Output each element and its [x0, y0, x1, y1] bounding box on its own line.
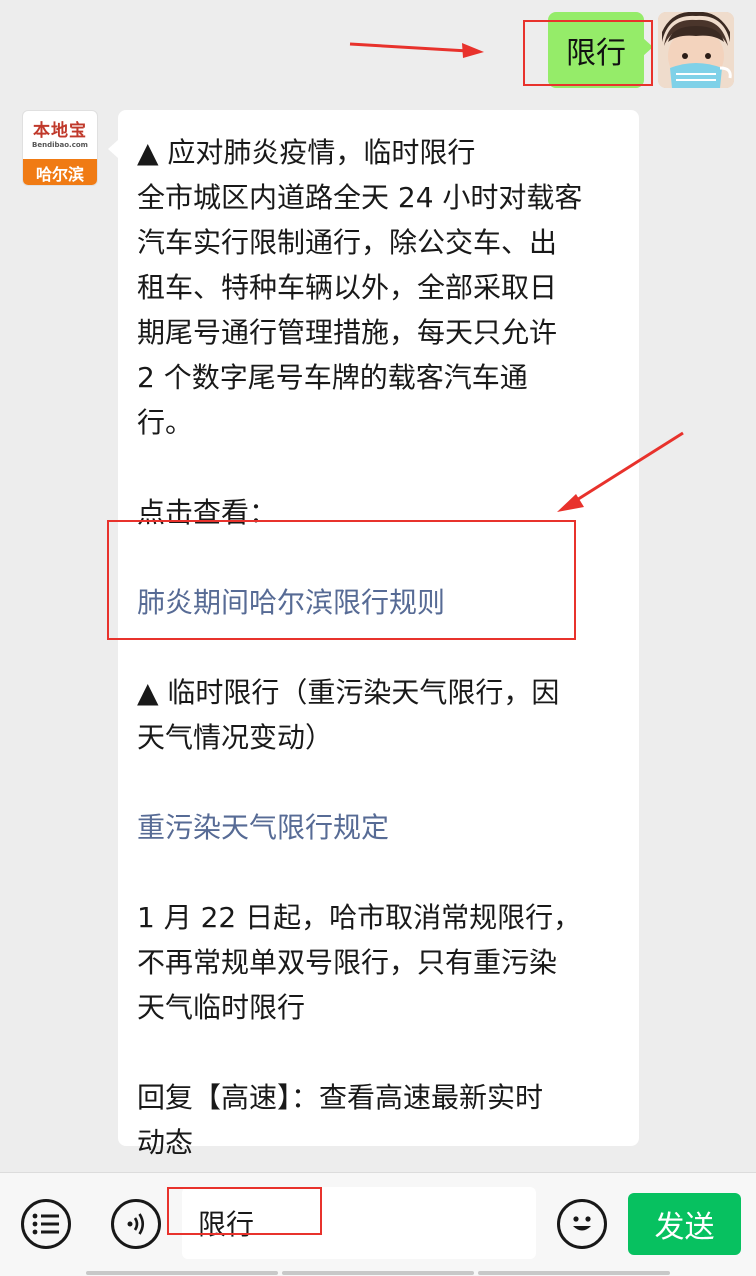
arrow-right-icon [349, 42, 484, 58]
message-paragraph-1: 全市城区内道路全天 24 小时对载客 汽车实行限制通行，除公交车、出 租车、特种… [137, 181, 583, 439]
user-avatar-image [658, 12, 734, 88]
chat-input-bar: 限行 发送 [0, 1172, 756, 1276]
indicator-segment [478, 1271, 670, 1275]
emoji-button[interactable] [557, 1199, 607, 1249]
logo-domain: Bendibao.com [32, 140, 88, 149]
indicator-segment [282, 1271, 474, 1275]
indicator-segment [86, 1271, 278, 1275]
message-reply-hint: 回复【高速】：查看高速最新实时 动态 [137, 1081, 544, 1159]
logo-brand-name: 本地宝 [33, 120, 87, 141]
annotation-box-outgoing [523, 20, 653, 86]
bottom-indicator [86, 1271, 670, 1275]
menu-button[interactable] [21, 1199, 71, 1249]
message-paragraph-2: 1 月 22 日起，哈市取消常规限行， 不再常规单双号限行，只有重污染 天气临时… [137, 901, 582, 1024]
annotation-box-link [107, 520, 576, 640]
list-menu-icon [32, 1213, 59, 1235]
link-pollution-rules[interactable]: 重污染天气限行规定 [137, 805, 621, 850]
voice-button[interactable] [111, 1199, 161, 1249]
voice-wave-icon [127, 1213, 145, 1235]
smiley-face-icon [573, 1216, 591, 1231]
official-account-avatar[interactable]: 本地宝 Bendibao.com 哈尔滨 [22, 110, 98, 186]
message-heading-1: ▲ 应对肺炎疫情，临时限行 [137, 136, 476, 169]
logo-city: 哈尔滨 [23, 159, 97, 185]
annotation-box-input [167, 1187, 322, 1235]
logo-top: 本地宝 Bendibao.com [23, 111, 97, 159]
chat-screen: 限行 本地宝 Bendibao.com 哈尔滨 ▲ 应对肺炎疫情，临时限行 全市… [0, 0, 756, 1276]
user-avatar[interactable] [658, 12, 734, 88]
message-heading-2: ▲ 临时限行（重污染天气限行，因 天气情况变动） [137, 676, 560, 754]
send-button[interactable]: 发送 [628, 1193, 741, 1255]
